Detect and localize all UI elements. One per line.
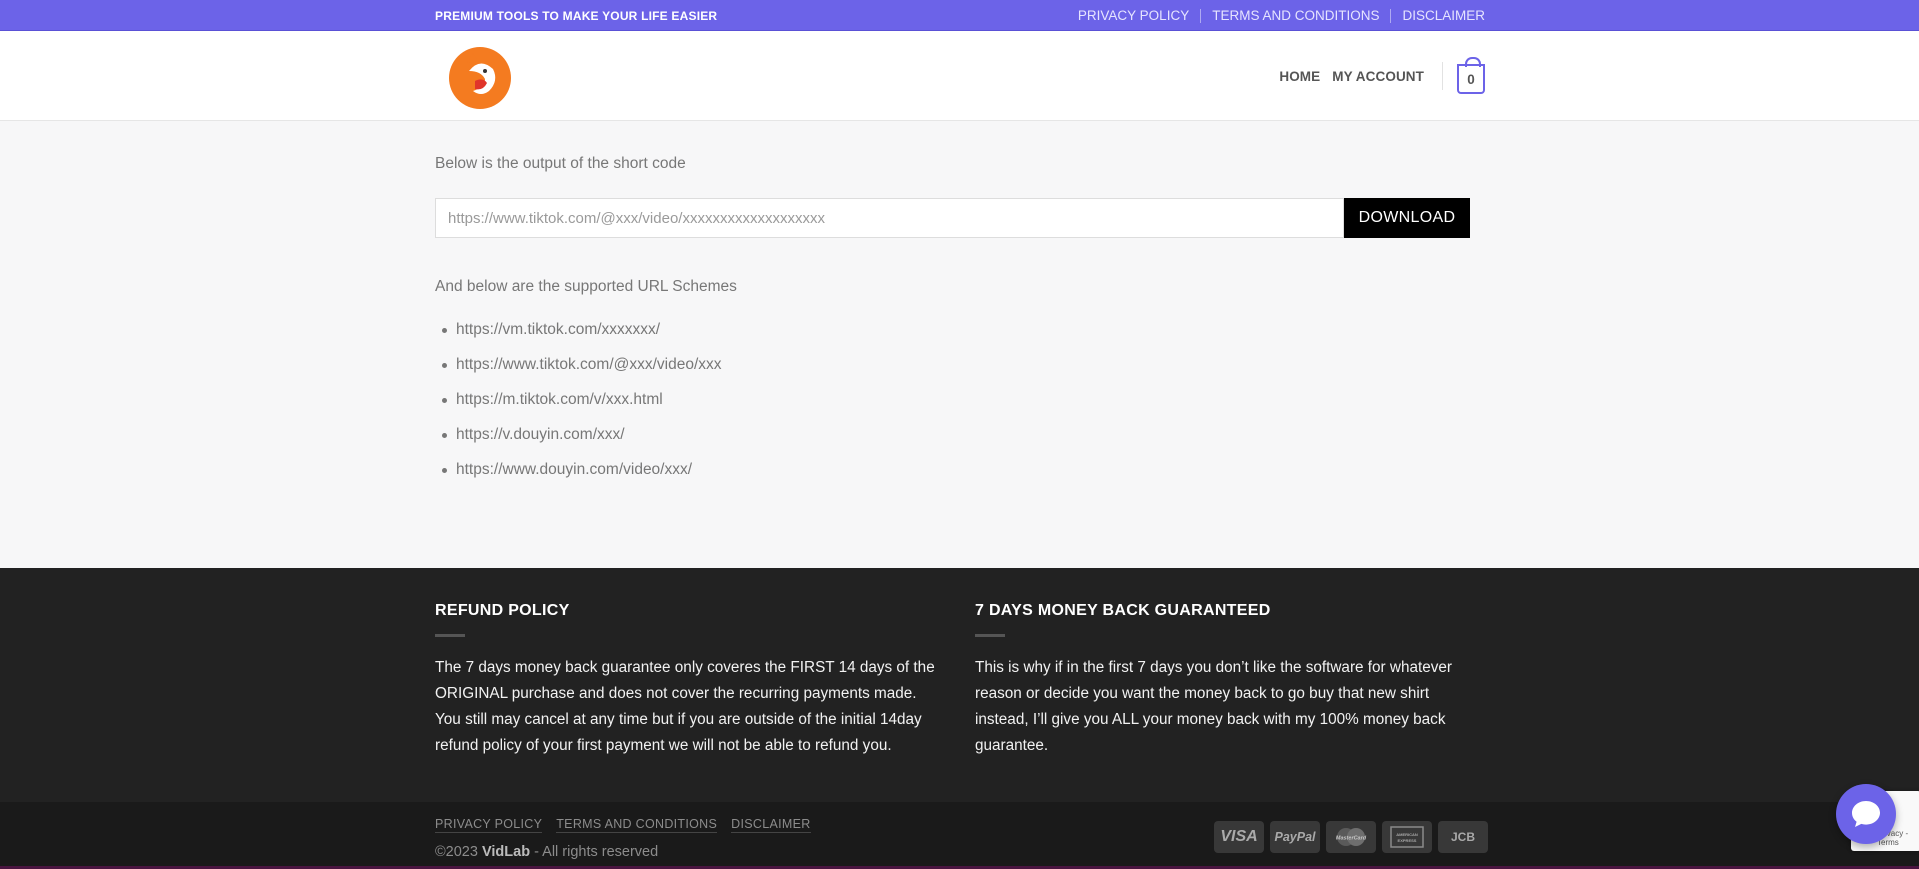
brand-name: VidLab xyxy=(481,844,531,860)
amex-icon: AMERICAN EXPRESS xyxy=(1382,821,1432,853)
url-schemes-list: https://vm.tiktok.com/xxxxxxx/ https://w… xyxy=(435,321,722,496)
money-back-title: 7 DAYS MONEY BACK GUARANTEED xyxy=(975,602,1271,619)
list-item: https://v.douyin.com/xxx/ xyxy=(435,426,722,461)
download-button[interactable]: DOWNLOAD xyxy=(1344,198,1470,238)
list-item: https://m.tiktok.com/v/xxx.html xyxy=(435,391,722,426)
divider xyxy=(1442,62,1443,90)
nav-my-account[interactable]: MY ACCOUNT xyxy=(1332,69,1424,84)
nav-home[interactable]: HOME xyxy=(1279,69,1320,84)
divider xyxy=(1200,8,1202,23)
svg-text:EXPRESS: EXPRESS xyxy=(1398,838,1417,843)
fox-logo[interactable] xyxy=(445,41,515,111)
list-item: https://www.tiktok.com/@xxx/video/xxx xyxy=(435,356,722,391)
schemes-title: And below are the supported URL Schemes xyxy=(435,278,737,295)
footer-widgets: REFUND POLICY The 7 days money back guar… xyxy=(0,568,1919,802)
list-item: https://vm.tiktok.com/xxxxxxx/ xyxy=(435,321,722,356)
list-item: https://www.douyin.com/video/xxx/ xyxy=(435,461,722,496)
download-form: DOWNLOAD xyxy=(435,198,1470,238)
paypal-icon: PayPal xyxy=(1270,821,1320,853)
mastercard-label: MasterCard xyxy=(1336,836,1367,842)
copyright-prefix: ©2023 xyxy=(435,844,482,860)
refund-policy-text: The 7 days money back guarantee only cov… xyxy=(435,659,935,754)
cart-count: 0 xyxy=(1467,71,1475,87)
footer-links: PRIVACY POLICY TERMS AND CONDITIONS DISC… xyxy=(435,817,825,833)
divider xyxy=(975,634,1005,637)
money-back-text: This is why if in the first 7 days you d… xyxy=(975,659,1452,754)
chat-button[interactable] xyxy=(1836,784,1896,844)
divider xyxy=(1390,8,1392,23)
footer-link-disclaimer[interactable]: DISCLAIMER xyxy=(731,817,811,833)
footer-link-privacy-policy[interactable]: PRIVACY POLICY xyxy=(435,817,543,833)
footer-link-terms-and-conditions[interactable]: TERMS AND CONDITIONS xyxy=(556,817,718,833)
top-link-terms-and-conditions[interactable]: TERMS AND CONDITIONS xyxy=(1212,8,1379,23)
top-link-privacy-policy[interactable]: PRIVACY POLICY xyxy=(1078,8,1189,23)
cart-button[interactable]: 0 xyxy=(1457,57,1485,94)
chat-bubble-icon xyxy=(1852,801,1880,827)
money-back-widget: 7 DAYS MONEY BACK GUARANTEED This is why… xyxy=(975,602,1485,759)
refund-policy-title: REFUND POLICY xyxy=(435,602,570,619)
svg-text:AMERICAN: AMERICAN xyxy=(1396,832,1418,837)
bottom-footer: PRIVACY POLICY TERMS AND CONDITIONS DISC… xyxy=(0,802,1919,869)
mastercard-icon: MasterCard xyxy=(1326,821,1376,853)
main-nav: HOME MY ACCOUNT 0 xyxy=(1267,57,1485,94)
visa-icon: VISA xyxy=(1214,821,1264,853)
refund-policy-widget: REFUND POLICY The 7 days money back guar… xyxy=(435,602,945,759)
intro-text: Below is the output of the short code xyxy=(435,155,686,172)
tagline: PREMIUM TOOLS TO MAKE YOUR LIFE EASIER xyxy=(435,8,718,23)
top-links: PRIVACY POLICY TERMS AND CONDITIONS DISC… xyxy=(1078,8,1485,23)
payment-icons: VISA PayPal MasterCard AMERICAN EXPRESS J… xyxy=(1208,821,1488,853)
jcb-icon: JCB xyxy=(1438,821,1488,853)
top-bar: PREMIUM TOOLS TO MAKE YOUR LIFE EASIER P… xyxy=(0,0,1919,31)
divider xyxy=(435,634,465,637)
site-header: HOME MY ACCOUNT 0 xyxy=(0,31,1919,121)
copyright-suffix: - All rights reserved xyxy=(530,844,659,860)
url-input[interactable] xyxy=(435,198,1344,238)
copyright: ©2023 VidLab - All rights reserved xyxy=(435,844,658,860)
top-link-disclaimer[interactable]: DISCLAIMER xyxy=(1402,8,1485,23)
